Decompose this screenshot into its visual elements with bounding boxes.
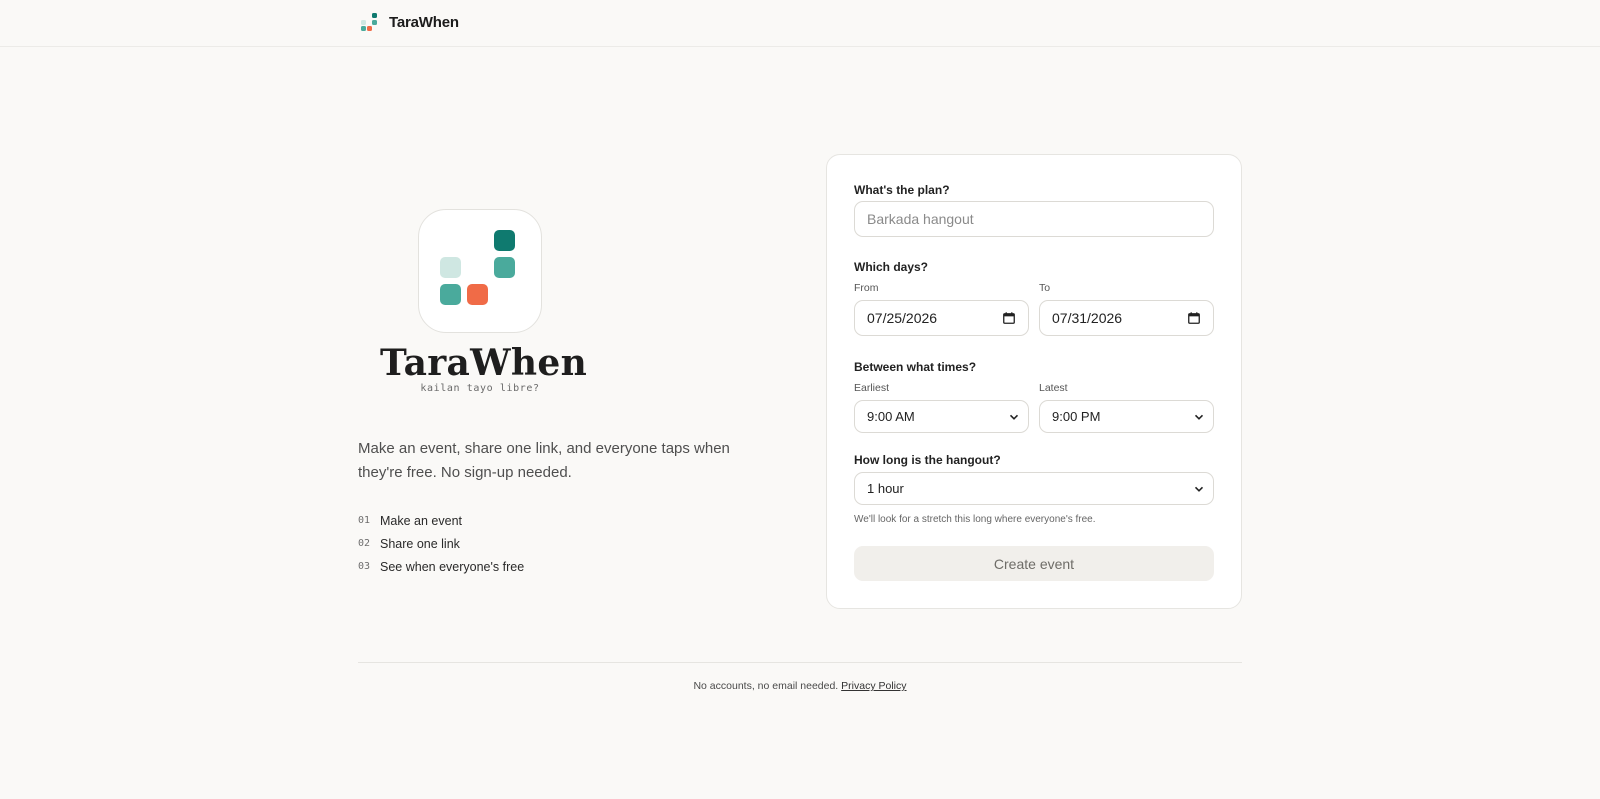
logo-icon [359, 12, 379, 32]
list-item: 02 Share one link [358, 532, 524, 555]
to-date-value: 07/31/2026 [1052, 310, 1123, 326]
footer-divider [358, 662, 1242, 663]
latest-time-value: 9:00 PM [1052, 409, 1101, 424]
to-label: To [1039, 282, 1051, 294]
step-number: 02 [358, 538, 371, 549]
duration-label: How long is the hangout? [854, 453, 1001, 467]
chevron-down-icon [1009, 414, 1019, 420]
create-event-button[interactable]: Create event [854, 546, 1214, 581]
earliest-time-value: 9:00 AM [867, 409, 915, 424]
plan-input[interactable]: Barkada hangout [854, 201, 1214, 237]
footer-text: No accounts, no email needed. [693, 680, 839, 692]
earliest-time-select[interactable]: 9:00 AM [854, 400, 1029, 433]
from-date-input[interactable]: 07/25/2026 [854, 300, 1029, 336]
create-event-form: What's the plan? Barkada hangout Which d… [826, 154, 1242, 609]
duration-value: 1 hour [867, 481, 904, 496]
plan-label: What's the plan? [854, 183, 950, 197]
calendar-icon[interactable] [1003, 312, 1015, 324]
hero-tagline: kailan tayo libre? [420, 383, 540, 394]
latest-label: Latest [1039, 382, 1068, 394]
duration-hint: We'll look for a stretch this long where… [854, 514, 1096, 525]
calendar-icon[interactable] [1188, 312, 1200, 324]
earliest-label: Earliest [854, 382, 890, 394]
hero-title: TaraWhen [380, 342, 588, 384]
footer: No accounts, no email needed. Privacy Po… [0, 680, 1600, 692]
from-date-value: 07/25/2026 [867, 310, 938, 326]
step-label: Make an event [380, 513, 462, 528]
to-date-input[interactable]: 07/31/2026 [1039, 300, 1214, 336]
top-header: TaraWhen [0, 0, 1600, 47]
chevron-down-icon [1194, 486, 1204, 492]
chevron-down-icon [1194, 414, 1204, 420]
step-number: 03 [358, 561, 371, 572]
plan-placeholder: Barkada hangout [867, 211, 974, 227]
days-label: Which days? [854, 260, 929, 274]
privacy-policy-link[interactable]: Privacy Policy [841, 680, 906, 692]
step-label: Share one link [380, 536, 460, 551]
step-label: See when everyone's free [380, 559, 525, 574]
duration-select[interactable]: 1 hour [854, 472, 1214, 505]
from-label: From [854, 282, 879, 294]
brand-name: TaraWhen [389, 13, 459, 31]
step-number: 01 [358, 515, 371, 526]
app-logo-icon [418, 209, 542, 333]
list-item: 01 Make an event [358, 509, 524, 532]
brand-home-link[interactable]: TaraWhen [359, 12, 459, 32]
hero-description: Make an event, share one link, and every… [358, 440, 730, 481]
times-label: Between what times? [854, 360, 977, 374]
latest-time-select[interactable]: 9:00 PM [1039, 400, 1214, 433]
steps-list: 01 Make an event 02 Share one link 03 Se… [358, 509, 524, 578]
list-item: 03 See when everyone's free [358, 555, 524, 578]
